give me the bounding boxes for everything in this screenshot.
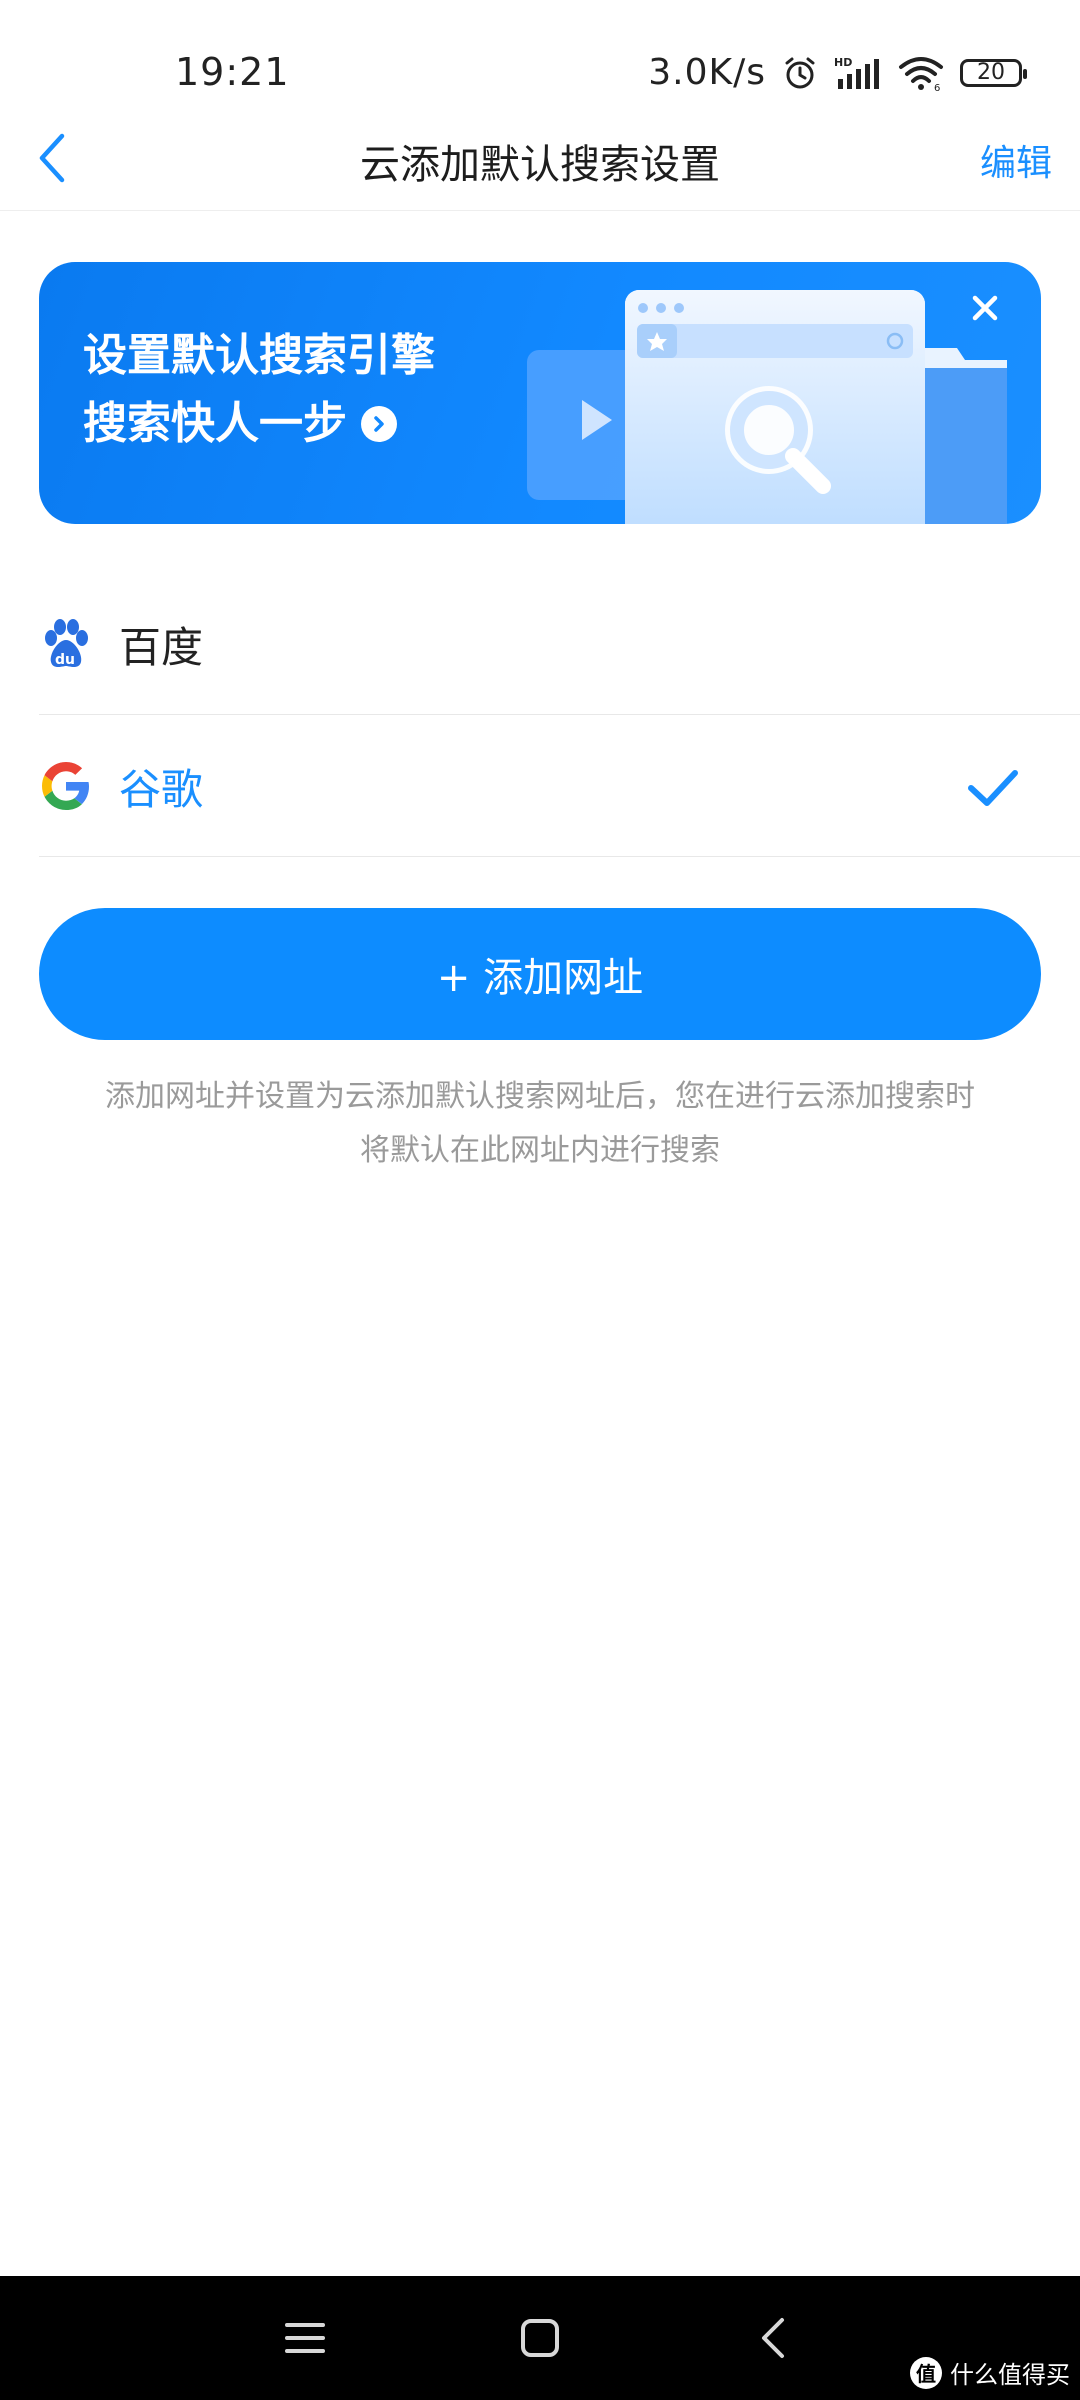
menu-button[interactable] bbox=[273, 2306, 337, 2370]
wifi-icon: 6 bbox=[898, 55, 944, 91]
svg-text:du: du bbox=[55, 652, 75, 668]
hd-signal-icon: HD bbox=[834, 55, 882, 91]
home-icon bbox=[521, 2319, 559, 2357]
menu-icon bbox=[285, 2323, 325, 2353]
promo-banner[interactable]: 设置默认搜索引擎 搜索快人一步 bbox=[39, 262, 1041, 524]
nav-header: 云添加默认搜索设置 编辑 bbox=[0, 110, 1080, 211]
add-url-button[interactable]: + 添加网址 bbox=[39, 908, 1041, 1040]
system-back-button[interactable] bbox=[742, 2306, 806, 2370]
home-button[interactable] bbox=[508, 2306, 572, 2370]
watermark-badge: 值 bbox=[910, 2356, 942, 2389]
page-title: 云添加默认搜索设置 bbox=[360, 142, 720, 188]
banner-line2: 搜索快人一步 bbox=[83, 398, 347, 449]
svg-text:HD: HD bbox=[834, 56, 852, 69]
engine-row-google[interactable]: 谷歌 bbox=[39, 716, 1080, 857]
alarm-icon bbox=[782, 55, 818, 91]
hint-line2: 将默认在此网址内进行搜索 bbox=[360, 1133, 720, 1168]
hint-text: 添加网址并设置为云添加默认搜索网址后，您在进行云添加搜索时 将默认在此网址内进行… bbox=[60, 1070, 1020, 1178]
engine-row-baidu[interactable]: du 百度 bbox=[39, 574, 1080, 715]
google-icon bbox=[39, 759, 93, 813]
check-icon bbox=[968, 770, 1018, 806]
engine-label-baidu: 百度 bbox=[119, 622, 204, 672]
svg-text:6: 6 bbox=[934, 83, 940, 91]
watermark-text: 什么值得买 bbox=[950, 2361, 1070, 2389]
chevron-right-circle-icon bbox=[361, 406, 397, 442]
close-icon bbox=[972, 295, 998, 321]
browser-illustration bbox=[527, 290, 1007, 524]
banner-line2-row: 搜索快人一步 bbox=[83, 390, 435, 458]
battery-icon: 20 bbox=[960, 58, 1027, 87]
edit-button[interactable]: 编辑 bbox=[980, 134, 1052, 186]
banner-text: 设置默认搜索引擎 搜索快人一步 bbox=[83, 322, 435, 458]
network-speed: 3.0K/s bbox=[648, 52, 766, 93]
banner-close-button[interactable] bbox=[963, 286, 1007, 330]
baidu-icon: du bbox=[39, 617, 93, 671]
status-icons: 3.0K/s HD 6 20 bbox=[648, 52, 1027, 93]
watermark: 值 什么值得买 bbox=[910, 2355, 1070, 2390]
hint-line1: 添加网址并设置为云添加默认搜索网址后，您在进行云添加搜索时 bbox=[105, 1079, 975, 1114]
back-icon bbox=[762, 2318, 784, 2358]
status-time: 19:21 bbox=[175, 50, 290, 94]
engine-label-google: 谷歌 bbox=[119, 764, 204, 814]
system-nav-bar: 值 什么值得买 bbox=[0, 2276, 1080, 2400]
banner-line1: 设置默认搜索引擎 bbox=[83, 330, 435, 381]
